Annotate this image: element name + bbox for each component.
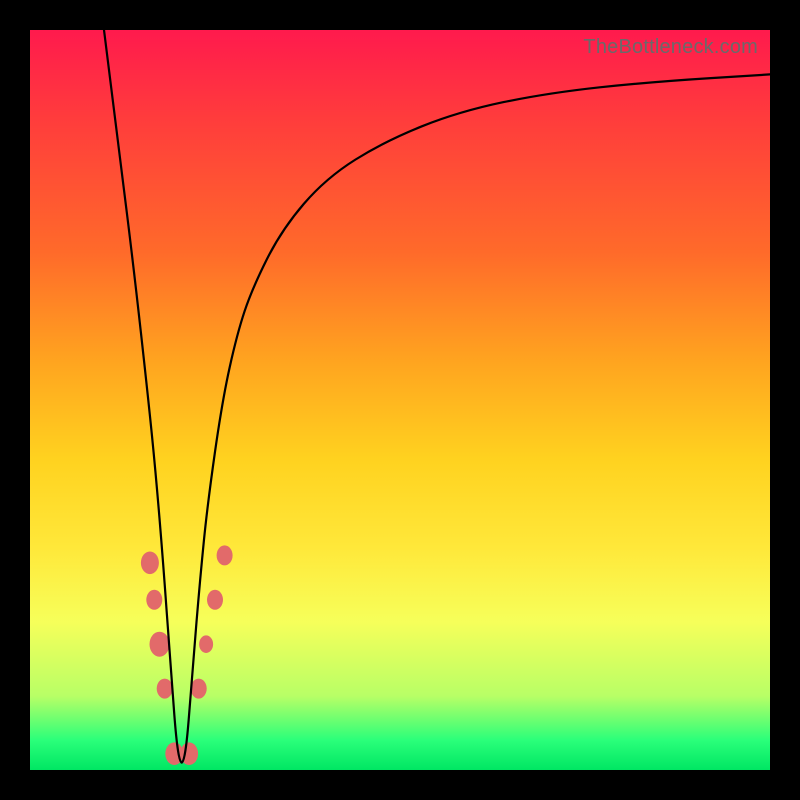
chart-container: TheBottleneck.com — [0, 0, 800, 800]
marker-right-cluster — [191, 679, 207, 699]
series-curve — [104, 30, 770, 763]
marker-left-cluster — [150, 632, 170, 657]
marker-left-cluster — [157, 679, 173, 699]
marker-right-cluster — [199, 635, 213, 653]
marker-left-cluster — [146, 590, 162, 610]
marker-right-cluster — [217, 545, 233, 565]
plot-area: TheBottleneck.com — [30, 30, 770, 770]
marker-right-cluster — [207, 590, 223, 610]
line-layer — [104, 30, 770, 763]
marker-left-cluster — [141, 552, 159, 575]
chart-svg — [30, 30, 770, 770]
